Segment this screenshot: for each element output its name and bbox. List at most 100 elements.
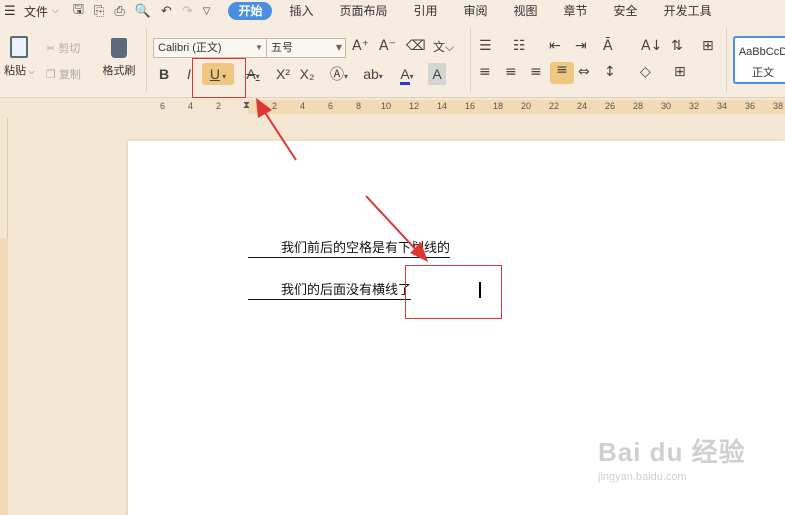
ruler-tick: 32 bbox=[689, 101, 700, 111]
ruler-tick: 24 bbox=[577, 101, 588, 111]
brush-icon bbox=[111, 38, 127, 58]
divider bbox=[726, 28, 727, 92]
file-menu[interactable]: 文件 ⌵ bbox=[24, 3, 59, 20]
ruler-tick: 30 bbox=[661, 101, 672, 111]
chevron-down-icon: ▼ bbox=[335, 43, 342, 52]
redo-icon[interactable]: ↷ bbox=[182, 4, 193, 19]
clear-format-icon[interactable]: ⌫ bbox=[406, 38, 426, 54]
font-name-select[interactable]: Calibri (正文) ▼ bbox=[153, 38, 267, 58]
format-painter-button[interactable]: 格式刷 bbox=[100, 38, 138, 78]
save-icon[interactable]: 🖫 bbox=[73, 0, 84, 22]
file-menu-label: 文件 bbox=[24, 4, 49, 19]
line-spacing-icon[interactable]: ⇅ bbox=[671, 38, 683, 54]
char-shading-button[interactable]: A bbox=[428, 63, 446, 85]
paste-button[interactable]: 粘贴 ⌵ bbox=[4, 36, 35, 78]
font-size-value: 五号 bbox=[271, 41, 293, 54]
annotation-box-underline bbox=[192, 58, 246, 98]
watermark-url: jingyan.baidu.com bbox=[598, 471, 687, 483]
undo-icon[interactable]: ↶ bbox=[161, 4, 172, 19]
ruler-tick: 6 bbox=[160, 101, 166, 111]
ruler-tick: 2 bbox=[272, 101, 278, 111]
tab-view[interactable]: 视图 bbox=[501, 0, 551, 22]
copy-label: 复制 bbox=[58, 68, 81, 81]
ruler-tick: 10 bbox=[381, 101, 392, 111]
ruler-tick: 4 bbox=[300, 101, 306, 111]
tab-insert[interactable]: 插入 bbox=[276, 0, 326, 22]
ruler-tick: 6 bbox=[328, 101, 334, 111]
distributed-icon[interactable]: ⇔ bbox=[578, 64, 590, 80]
ruler-tick: 12 bbox=[409, 101, 420, 111]
increase-indent-icon[interactable]: ⇥ bbox=[575, 38, 587, 54]
table-borders-icon[interactable]: ⊞ bbox=[674, 64, 686, 80]
align-center-icon[interactable]: ≡ bbox=[505, 64, 517, 80]
chevron-down-icon: ▼ bbox=[255, 43, 263, 52]
cut-button[interactable]: ✂ 剪切 bbox=[46, 40, 80, 56]
ruler-tick: 2 bbox=[216, 101, 222, 111]
copy-icon: ❐ bbox=[46, 67, 56, 81]
sort-icon[interactable]: A↓ bbox=[641, 38, 662, 54]
align-left-icon[interactable]: ≡ bbox=[479, 64, 491, 80]
print-icon[interactable]: ⎙ bbox=[114, 4, 124, 19]
style-normal[interactable]: AaBbCcD 正文 bbox=[733, 36, 785, 84]
shading-icon[interactable]: ◇ bbox=[640, 64, 651, 80]
ruler-tick: 20 bbox=[521, 101, 532, 111]
justify-icon[interactable]: ≡ bbox=[550, 62, 574, 84]
subscript-button[interactable]: X₂ bbox=[298, 63, 316, 85]
style-name: 正文 bbox=[752, 66, 774, 79]
vertical-ruler[interactable] bbox=[0, 118, 8, 515]
divider bbox=[146, 28, 147, 92]
align-right-icon[interactable]: ≡ bbox=[530, 64, 542, 80]
clipboard-icon bbox=[10, 36, 28, 58]
doc-line-1[interactable]: 我们前后的空格是有下划线的 bbox=[248, 240, 451, 258]
text-effects-button[interactable]: Ⓐ▾ bbox=[326, 63, 352, 85]
ruler-tick: 38 bbox=[773, 101, 784, 111]
tab-security[interactable]: 安全 bbox=[601, 0, 651, 22]
paragraph-spacing-icon[interactable]: ↕ bbox=[604, 64, 616, 80]
menu-icon[interactable]: ☰ bbox=[4, 4, 22, 19]
decrease-indent-icon[interactable]: ⇤ bbox=[549, 38, 561, 54]
quick-access-toolbar: 🖫 ⎘ ⎙ 🔍 ↶ ↷ ▽ bbox=[73, 0, 211, 22]
ribbon-tabs: 开始 插入 页面布局 引用 审阅 视图 章节 安全 开发工具 bbox=[224, 0, 724, 22]
tab-references[interactable]: 引用 bbox=[400, 0, 450, 22]
horizontal-ruler[interactable]: 6 4 2 2 4 6 8 10 12 14 16 18 20 22 24 26… bbox=[0, 98, 785, 118]
ruler-tick: 26 bbox=[605, 101, 616, 111]
superscript-button[interactable]: X² bbox=[274, 63, 292, 85]
tab-review[interactable]: 审阅 bbox=[451, 0, 501, 22]
text-direction-icon[interactable]: Ā bbox=[603, 38, 613, 54]
highlight-button[interactable]: ab▾ bbox=[360, 63, 386, 85]
scissors-icon: ✂ bbox=[46, 41, 56, 55]
tab-chapter[interactable]: 章节 bbox=[551, 0, 601, 22]
borders-icon[interactable]: ⊞ bbox=[702, 38, 714, 54]
numbered-list-icon[interactable]: ☷ bbox=[513, 38, 526, 54]
ruler-tick: 34 bbox=[717, 101, 728, 111]
ruler-tick: 14 bbox=[437, 101, 448, 111]
bullet-list-icon[interactable]: ☰ bbox=[479, 38, 492, 54]
bold-button[interactable]: B bbox=[155, 63, 173, 85]
tab-home[interactable]: 开始 bbox=[228, 2, 273, 20]
watermark: Bai du 经验 jingyan.baidu.com bbox=[598, 432, 778, 502]
ruler-tick: 16 bbox=[465, 101, 476, 111]
shrink-font-icon[interactable]: A⁻ bbox=[379, 38, 396, 54]
ruler-tick: 28 bbox=[633, 101, 644, 111]
font-color-button[interactable]: A▾ bbox=[394, 63, 420, 85]
menu-bar: ☰ 文件 ⌵ 🖫 ⎘ ⎙ 🔍 ↶ ↷ ▽ 开始 插入 页面布局 引用 审阅 视图… bbox=[0, 0, 785, 22]
ruler-tick: 18 bbox=[493, 101, 504, 111]
customize-icon[interactable]: ▽ bbox=[203, 6, 211, 17]
font-size-select[interactable]: 五号 ▼ bbox=[266, 38, 346, 58]
tab-page-layout[interactable]: 页面布局 bbox=[326, 0, 400, 22]
cut-label: 剪切 bbox=[58, 42, 81, 55]
tab-developer[interactable]: 开发工具 bbox=[651, 0, 725, 22]
indent-marker-icon[interactable]: ⧗ bbox=[243, 100, 250, 111]
print-preview-icon[interactable]: 🔍 bbox=[135, 4, 151, 19]
copy-button[interactable]: ❐ 复制 bbox=[46, 66, 81, 82]
phonetic-guide-icon[interactable]: 文⌵ bbox=[433, 38, 454, 55]
ribbon: 粘贴 ⌵ ✂ 剪切 ❐ 复制 格式刷 Calibri (正文) ▼ 五号 ▼ A… bbox=[0, 22, 785, 98]
doc-line-2[interactable]: 我们的后面没有横线了 bbox=[248, 282, 412, 300]
clipboard-group: 粘贴 ⌵ ✂ 剪切 ❐ 复制 格式刷 bbox=[0, 22, 145, 98]
grow-font-icon[interactable]: A⁺ bbox=[352, 38, 369, 54]
style-sample: AaBbCcD bbox=[738, 46, 785, 58]
export-icon[interactable]: ⎘ bbox=[94, 4, 104, 19]
watermark-brand: Bai du 经验 bbox=[598, 437, 746, 467]
vertical-ruler-text-area bbox=[0, 238, 8, 515]
ruler-tick: 36 bbox=[745, 101, 756, 111]
